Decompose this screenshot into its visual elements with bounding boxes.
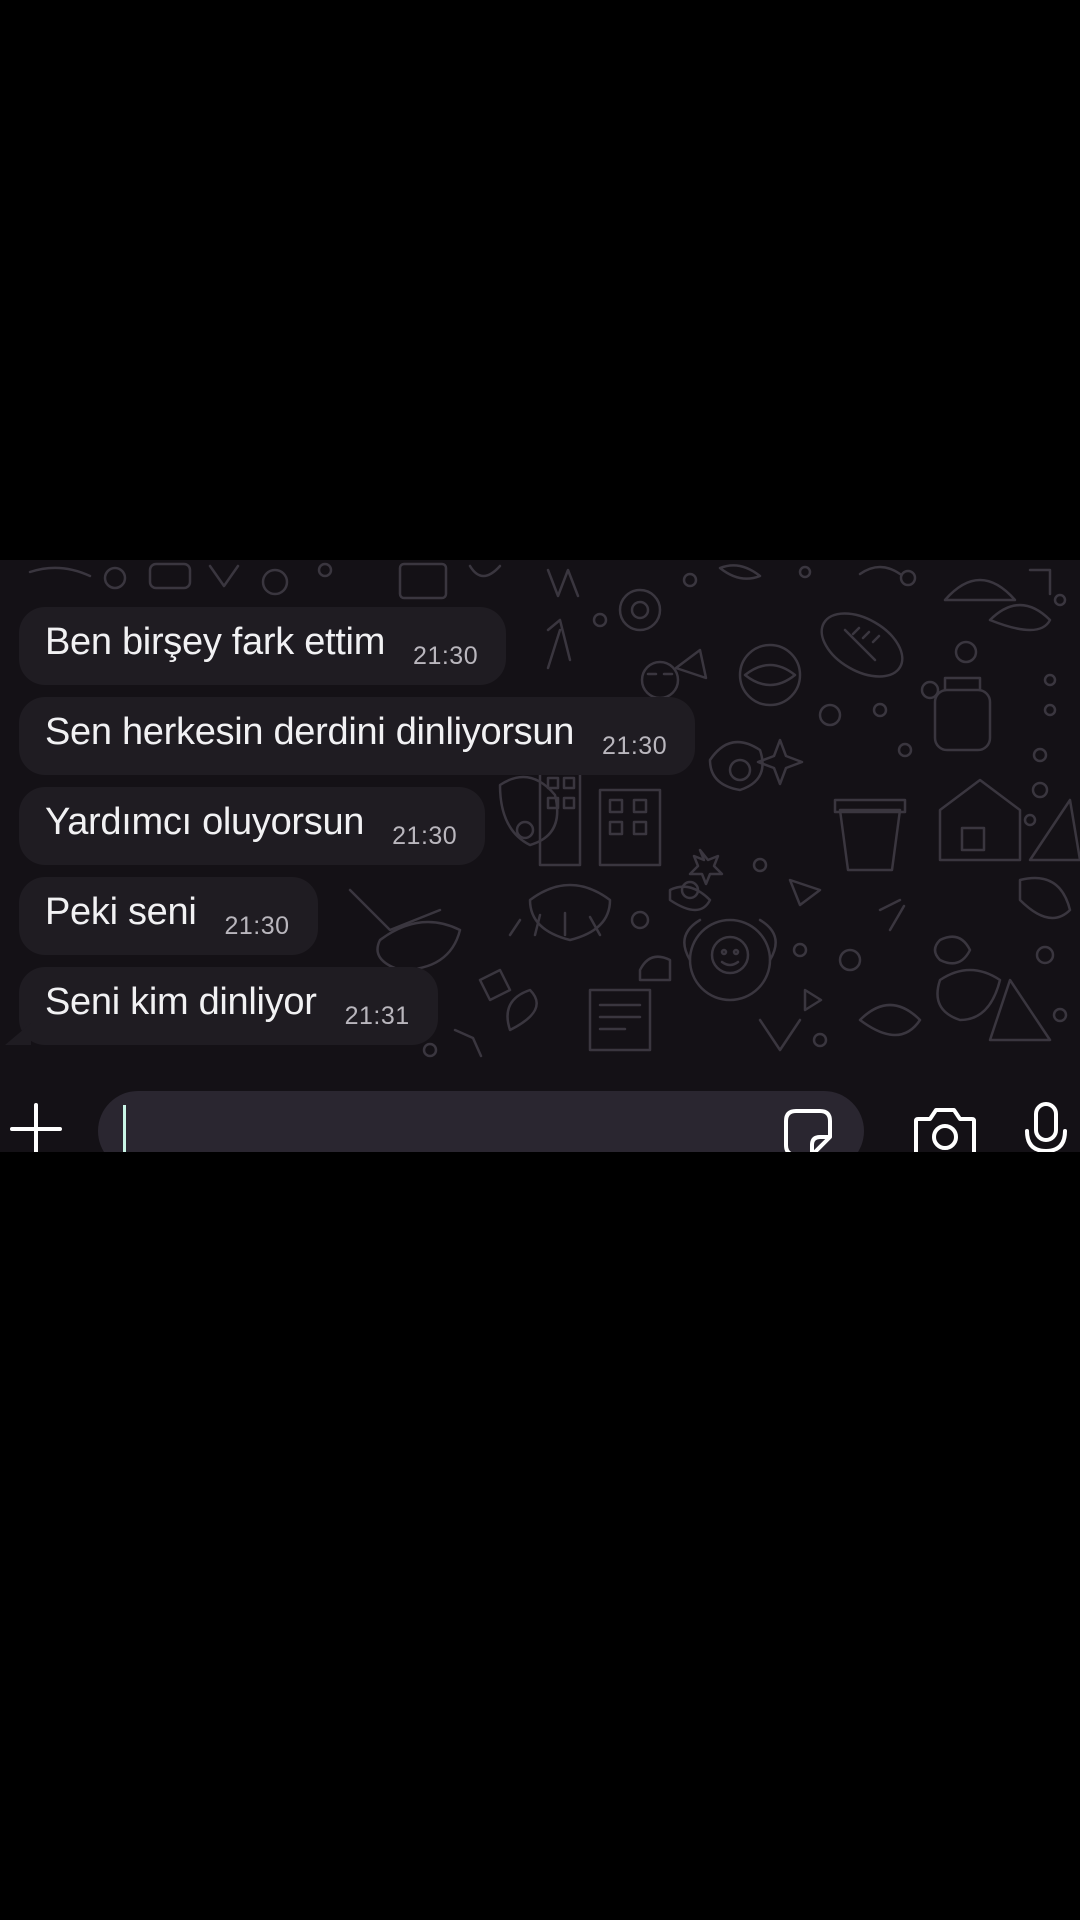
text-cursor <box>123 1105 126 1152</box>
message-bubble[interactable]: Yardımcı oluyorsun 21:30 <box>19 787 486 865</box>
message-input[interactable] <box>98 1091 864 1152</box>
message-text: Yardımcı oluyorsun <box>45 801 365 843</box>
message-timestamp: 21:31 <box>344 1001 410 1030</box>
message-bubble[interactable]: Peki seni 21:30 <box>19 877 318 955</box>
microphone-button[interactable] <box>1022 1101 1070 1152</box>
message-text: Peki seni <box>45 891 197 933</box>
chat-panel: Ben birşey fark ettim 21:30 Sen herkesin… <box>0 560 1080 1152</box>
message-text: Seni kim dinliyor <box>45 981 317 1023</box>
message-list: Ben birşey fark ettim 21:30 Sen herkesin… <box>0 560 1080 1065</box>
message-input-bar <box>0 1065 1080 1152</box>
message-timestamp: 21:30 <box>224 911 290 940</box>
microphone-icon <box>1025 1102 1067 1152</box>
message-text: Sen herkesin derdini dinliyorsun <box>45 711 575 753</box>
add-attachment-button[interactable] <box>10 1103 62 1152</box>
message-timestamp: 21:30 <box>602 731 668 760</box>
message-text: Ben birşey fark ettim <box>45 621 386 663</box>
sticker-icon <box>784 1109 832 1152</box>
message-bubble[interactable]: Seni kim dinliyor 21:31 <box>19 967 438 1045</box>
message-bubble[interactable]: Ben birşey fark ettim 21:30 <box>19 607 507 685</box>
message-bubble[interactable]: Sen herkesin derdini dinliyorsun 21:30 <box>19 697 696 775</box>
message-timestamp: 21:30 <box>413 641 479 670</box>
message-timestamp: 21:30 <box>392 821 458 850</box>
plus-icon <box>10 1103 62 1152</box>
camera-button[interactable] <box>912 1105 978 1152</box>
sticker-button[interactable] <box>782 1107 834 1152</box>
camera-icon <box>914 1108 976 1152</box>
